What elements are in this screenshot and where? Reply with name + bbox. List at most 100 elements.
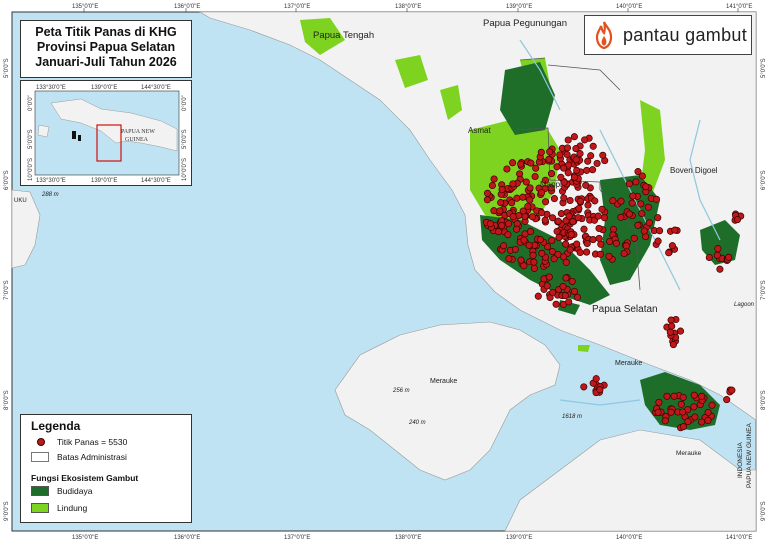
grid-label-bottom-5: 140°0'0"E [616,535,642,541]
legend-budidaya-label: Budidaya [57,486,93,496]
hotspot-dot [666,328,674,336]
hotspot-dot [509,213,517,221]
legend-item-lindung: Lindung [31,503,87,513]
title-line-3: Januari-Juli Tahun 2026 [35,55,177,69]
hotspot-dot [511,245,519,253]
map-title: Peta Titik Panas di KHG Provinsi Papua S… [20,20,192,78]
budidaya-swatch [31,486,49,496]
hotspot-dot [617,197,625,205]
hotspot-dot [554,217,562,225]
hotspot-dot [570,287,579,295]
legend-item-budidaya: Budidaya [31,486,92,496]
hotspot-dot [490,175,498,183]
hotspot-dot [669,341,677,349]
hotspot-dot [591,197,599,205]
hotspot-dot [581,136,589,144]
brand-name: pantau gambut [623,24,747,45]
hotspot-dot [559,282,567,291]
hotspot-dot [679,393,687,401]
hotspot-dot [520,236,528,244]
hotspot-dot [565,298,573,306]
hotspot-dot [543,282,551,290]
hotspot-dot [684,418,692,426]
hotspot-dot [640,227,648,235]
hotspot-dot [564,169,572,177]
hotspot-dot [582,181,590,189]
label-indonesia: INDONESIA [737,442,744,478]
hotspot-dot [656,227,664,235]
inset-tick-top-1: 139°0'0"E [91,85,117,91]
hotspot-dot [526,196,534,204]
grid-label-left-1: 6°0'0"S [4,170,10,190]
label-papua-tengah: Papua Tengah [313,30,374,41]
grid-label-top-3: 138°0'0"E [395,4,421,10]
hotspot-dot [526,228,535,236]
hotspot-dot [548,236,556,245]
hotspot-dot [605,252,613,260]
hotspot-dot [525,241,533,249]
hotspot-dot [565,212,573,220]
grid-label-right-0: 5°0'0"S [761,58,767,78]
hotspot-dot [572,145,580,153]
legend-admin-label: Batas Administrasi [57,452,127,462]
hotspot-dot [667,408,675,416]
hotspot-dot [733,216,742,224]
hotspot-dot [528,213,536,221]
hotspot-dot [593,159,601,167]
grid-label-bottom-3: 138°0'0"E [395,535,421,541]
hotspot-dot [728,386,736,394]
hotspot-dot [530,258,538,266]
legend-lindung-label: Lindung [57,503,88,513]
hotspot-dot [566,246,574,254]
hotspot-dot [589,166,597,174]
hotspot-dot [566,196,574,205]
inset-png-label-2: GUINEA [125,137,149,143]
hotspot-dot [625,180,633,188]
hotspot-dot [532,164,540,172]
hotspot-dot [708,401,716,409]
hotspot-dot [568,277,576,285]
grid-label-bottom-0: 135°0'0"E [72,535,98,541]
hotspot-dot [583,166,591,174]
hotspot-dot [599,151,607,159]
hotspot-dot [583,239,591,248]
hotspot-dot [630,234,638,242]
grid-label-right-3: 8°0'0"S [761,390,767,410]
hotspot-dot [667,316,675,324]
hotspot-dot [652,195,661,203]
hotspot-dot [714,245,722,253]
hotspot-dot [556,151,564,159]
hotspot-dot [527,159,535,167]
hotspot-dot [622,242,630,250]
hotspot-dot [538,249,546,257]
hotspot-dot [698,392,706,400]
inset-tick-right-2: 10°0'0"S [182,158,188,181]
inset-tick-right-1: 5°0'0"S [182,129,188,149]
hotspot-dot [570,173,579,181]
legend: Legenda Titik Panas = 5530 Batas Adminis… [20,414,192,523]
hotspot-dot [705,253,713,262]
legend-ecosystem-title: Fungsi Ekosistem Gambut [31,473,139,483]
grid-label-bottom-6: 141°0'0"E [726,535,752,541]
hotspot-dot [572,156,580,164]
hotspot-dot [698,418,706,426]
hotspot-dot [549,288,557,297]
hotspot-dot [620,249,628,258]
admin-boundary-swatch [31,452,49,462]
hotspot-dot [634,168,642,176]
hotspot-dot [534,292,542,300]
hotspot-dot [542,198,550,206]
hotspot-dot [500,242,508,250]
hotspot-dot [600,214,609,222]
hotspot-dot [531,172,539,181]
hotspot-dot [596,250,604,258]
hotspot-dot [617,213,625,221]
hotspot-dot [596,386,604,394]
hotspot-dot [505,255,513,263]
hotspot-dot [563,144,572,152]
hotspot-dot [550,195,558,203]
hotspot-dot-icon [37,438,45,446]
hotspot-dot [583,248,591,256]
hotspot-dot [557,210,565,218]
hotspot-dot [690,391,698,399]
